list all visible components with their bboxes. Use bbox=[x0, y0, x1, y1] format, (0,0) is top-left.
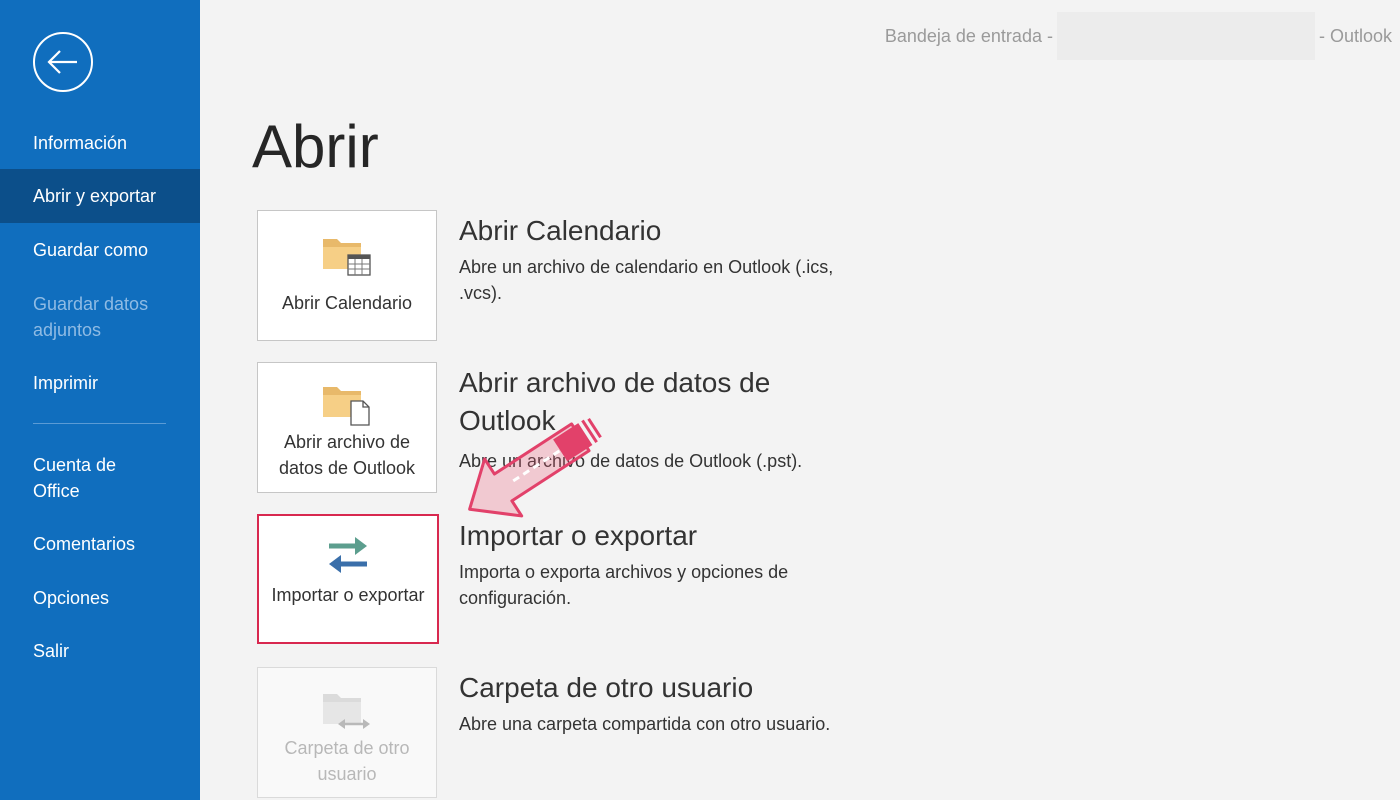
nav-comentarios[interactable]: Comentarios bbox=[0, 531, 200, 557]
nav-divider bbox=[33, 423, 166, 424]
option-heading: Abrir Calendario bbox=[459, 215, 662, 246]
nav-guardar-datos-adjuntos: Guardar datos adjuntos bbox=[33, 294, 149, 340]
tile-label: Importar o exportar bbox=[271, 585, 425, 605]
redacted-account bbox=[1056, 12, 1315, 60]
option-heading: Abrir archivo de datos de Outlook bbox=[459, 367, 771, 436]
nav-imprimir[interactable]: Imprimir bbox=[0, 370, 200, 396]
open-outlook-data-file-tile[interactable]: Abrir archivo de datos de Outlook bbox=[257, 362, 437, 493]
nav-informacion[interactable]: Información bbox=[0, 130, 200, 156]
option-description: Abre un archivo de datos de Outlook (.ps… bbox=[459, 451, 803, 471]
import-export-arrows-icon bbox=[329, 537, 367, 573]
option-description: Abre un archivo de calendario en Outlook… bbox=[459, 257, 834, 303]
option-description: Importa o exporta archivos y opciones de… bbox=[459, 562, 789, 608]
tile-label: Abrir archivo de datos de Outlook bbox=[278, 432, 416, 478]
option-description: Abre una carpeta compartida con otro usu… bbox=[459, 714, 831, 734]
open-calendar-tile[interactable]: Abrir Calendario bbox=[257, 210, 437, 341]
title-suffix: - Outlook bbox=[1318, 25, 1392, 46]
shared-folder-icon bbox=[323, 694, 370, 729]
nav-cuenta-de-office[interactable]: Cuenta de Office bbox=[0, 452, 200, 504]
window-title: Bandeja de entrada - - Outlook bbox=[885, 12, 1392, 60]
nav-abrir-y-exportar[interactable]: Abrir y exportar bbox=[0, 169, 200, 223]
backstage-sidebar: Información Abrir y exportar Guardar com… bbox=[0, 0, 200, 800]
nav-salir[interactable]: Salir bbox=[0, 638, 200, 664]
option-heading: Importar o exportar bbox=[459, 520, 698, 551]
nav-guardar-como[interactable]: Guardar como bbox=[0, 237, 200, 263]
folder-file-icon bbox=[323, 387, 370, 426]
title-prefix: Bandeja de entrada - bbox=[884, 25, 1053, 46]
page-title: Abrir bbox=[252, 113, 379, 180]
back-button[interactable] bbox=[33, 32, 93, 92]
option-heading: Carpeta de otro usuario bbox=[459, 672, 754, 703]
nav-opciones[interactable]: Opciones bbox=[0, 585, 200, 611]
folder-calendar-icon bbox=[323, 239, 371, 276]
tile-label: Abrir Calendario bbox=[281, 293, 413, 313]
tile-label: Carpeta de otro usuario bbox=[284, 738, 410, 784]
other-user-folder-tile: Carpeta de otro usuario bbox=[257, 667, 437, 798]
back-arrow-icon bbox=[47, 50, 77, 74]
import-export-tile[interactable]: Importar o exportar bbox=[257, 514, 439, 644]
